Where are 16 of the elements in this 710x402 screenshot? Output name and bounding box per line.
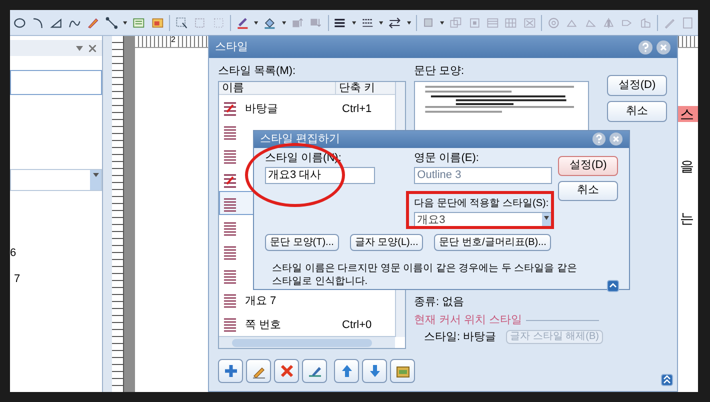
current-style-label: 스타일: 바탕글 [424, 330, 496, 344]
section-heading: 현재 커서 위치 스타일 [414, 314, 522, 327]
style-type-label: 종류: 없음 [414, 296, 466, 309]
preview-label: 문단 모양: [414, 65, 466, 78]
list-label: 스타일 목록(M): [218, 65, 297, 78]
row-label: 6 [10, 247, 18, 260]
field-label: 다음 문단에 적용할 스타일(S): [414, 196, 549, 210]
field-label: 영문 이름(E): [414, 152, 480, 164]
document-text: 스 [678, 106, 698, 122]
window-title: 스타일 [215, 40, 248, 55]
document-text: 을 [679, 158, 695, 174]
window-title: 스타일 편집하기 [260, 132, 340, 147]
document-text: 는 [679, 210, 695, 226]
row-label: 7 [13, 273, 22, 286]
info-text: 스타일 이름은 다르지만 영문 이름이 같은 경우에는 두 스타일을 같은 스타일로 인식합니다. [272, 262, 578, 288]
ruler-number: 2 [171, 36, 176, 47]
